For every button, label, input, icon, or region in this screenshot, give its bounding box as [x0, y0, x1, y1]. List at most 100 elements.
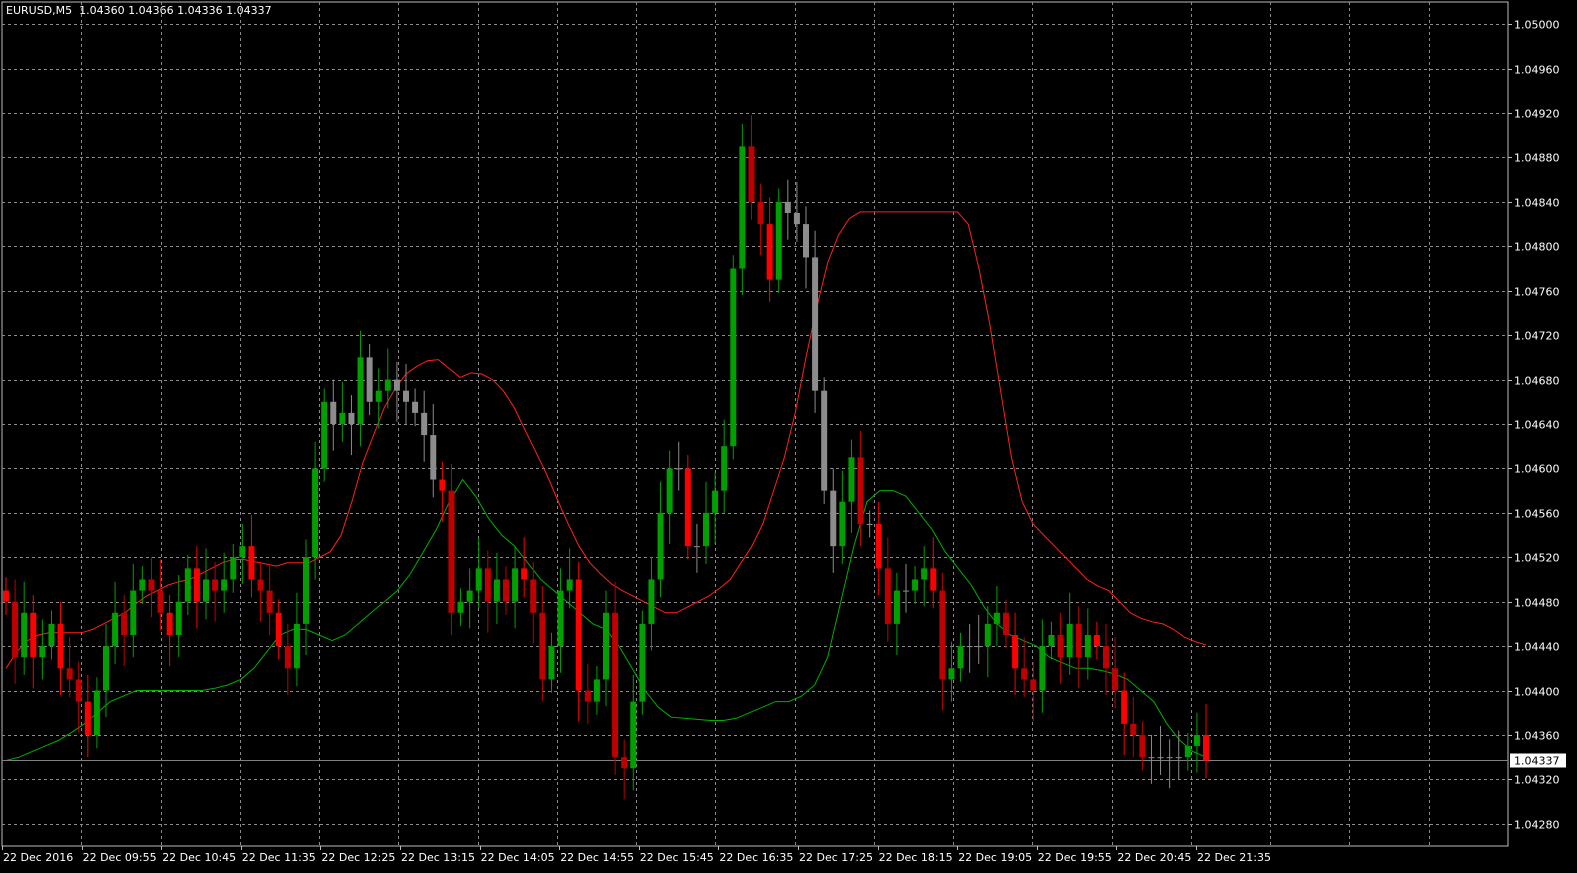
candle-body [739, 146, 746, 269]
x-tick-label: 22 Dec 13:15 [401, 851, 475, 864]
y-tick-label: 1.04440 [1514, 641, 1560, 654]
candle-body [375, 390, 382, 402]
x-tick-label: 22 Dec 14:55 [560, 851, 634, 864]
candle-body [693, 546, 700, 548]
candle-body [112, 612, 119, 647]
candle-body [784, 201, 791, 213]
candle-body [175, 601, 182, 635]
candle-body [821, 390, 828, 491]
candle-body [993, 612, 1000, 624]
candle-body [1175, 757, 1182, 759]
candle-body [839, 501, 846, 547]
x-tick-label: 22 Dec 2016 [3, 851, 73, 864]
x-tick-label: 22 Dec 19:05 [958, 851, 1032, 864]
candle-body [75, 679, 82, 702]
candle-body [703, 512, 709, 547]
candle-body [1030, 679, 1037, 691]
candle-body [1166, 757, 1173, 759]
y-tick-label: 1.04360 [1514, 730, 1560, 743]
candle-body [393, 379, 400, 391]
candle-body [366, 357, 373, 402]
y-tick-label: 1.04680 [1514, 375, 1560, 388]
y-tick-label: 1.04480 [1514, 597, 1560, 610]
candle-body [475, 568, 482, 591]
x-tick-label: 22 Dec 20:45 [1117, 851, 1191, 864]
candle-body [203, 579, 209, 602]
candle-body [1103, 646, 1109, 669]
candle-body [166, 612, 173, 635]
candle-body [403, 390, 409, 402]
candle-body [357, 357, 364, 424]
candle-body [412, 401, 419, 413]
candle-body [566, 579, 573, 591]
y-tick-label: 1.04600 [1514, 463, 1560, 476]
candle-body [1084, 635, 1091, 658]
candle-body [775, 201, 782, 280]
candle-body [766, 224, 773, 280]
candle-body [603, 612, 609, 680]
candle-body [57, 623, 64, 669]
candle-body [684, 468, 691, 547]
candle-body [712, 490, 719, 513]
candle-body [912, 579, 919, 591]
x-tick-label: 22 Dec 14:05 [481, 851, 555, 864]
candle-body [666, 468, 673, 513]
candle-body [93, 690, 100, 735]
candle-body [466, 590, 473, 602]
y-tick-label: 1.04920 [1514, 108, 1560, 121]
candle-body [184, 568, 191, 602]
candle-body [675, 468, 682, 470]
candle-body [293, 623, 300, 669]
candle-body [130, 590, 137, 635]
candle-body [1012, 635, 1019, 669]
candle-body [39, 646, 46, 658]
candle-body [430, 435, 437, 480]
candle-body [248, 546, 255, 580]
candle-body [1130, 723, 1137, 735]
candle-body [1066, 623, 1073, 658]
candle-body [230, 557, 237, 580]
candle-body [975, 646, 982, 648]
candle-body [630, 701, 637, 769]
candle-body [348, 412, 355, 424]
candle-body [84, 701, 91, 735]
x-tick-label: 22 Dec 09:55 [83, 851, 157, 864]
price-chart[interactable]: 1.05000 1.04960 1.04920 1.04880 1.04840 1.048… [0, 0, 1577, 873]
candle-body [757, 201, 764, 225]
candle-body [3, 590, 9, 602]
candle-body [148, 579, 155, 591]
candle-body [484, 568, 491, 602]
candle-body [266, 590, 273, 613]
candle-body [330, 401, 337, 424]
x-tick-label: 22 Dec 11:35 [242, 851, 316, 864]
y-tick-label: 1.04320 [1514, 774, 1560, 787]
candle-body [121, 612, 128, 635]
candle-body [1003, 612, 1009, 635]
candle-body [1184, 746, 1191, 758]
candle-body [648, 579, 655, 624]
y-tick-label: 1.04640 [1514, 419, 1560, 432]
candle-body [557, 590, 564, 647]
candle-body [303, 557, 309, 624]
candle-body [257, 579, 264, 591]
candle-body [312, 468, 319, 558]
candle-body [1039, 646, 1046, 691]
candle-body [884, 568, 891, 624]
candle-body [866, 523, 873, 525]
candle-body [493, 579, 500, 602]
candle-body [421, 412, 428, 436]
candle-body [748, 146, 755, 202]
candle-body [957, 646, 964, 669]
candle-body [1139, 734, 1146, 758]
candle-body [30, 612, 37, 658]
candle-body [157, 590, 164, 613]
candle-body [966, 646, 973, 648]
x-tick-label: 22 Dec 17:25 [799, 851, 873, 864]
candle-body [503, 579, 509, 602]
x-tick-label: 22 Dec 18:15 [879, 851, 953, 864]
candle-body [812, 257, 819, 391]
candle-body [984, 623, 991, 647]
moving-averages [2, 211, 1508, 761]
candle-body [512, 568, 519, 602]
y-tick-label: 1.04400 [1514, 686, 1560, 699]
